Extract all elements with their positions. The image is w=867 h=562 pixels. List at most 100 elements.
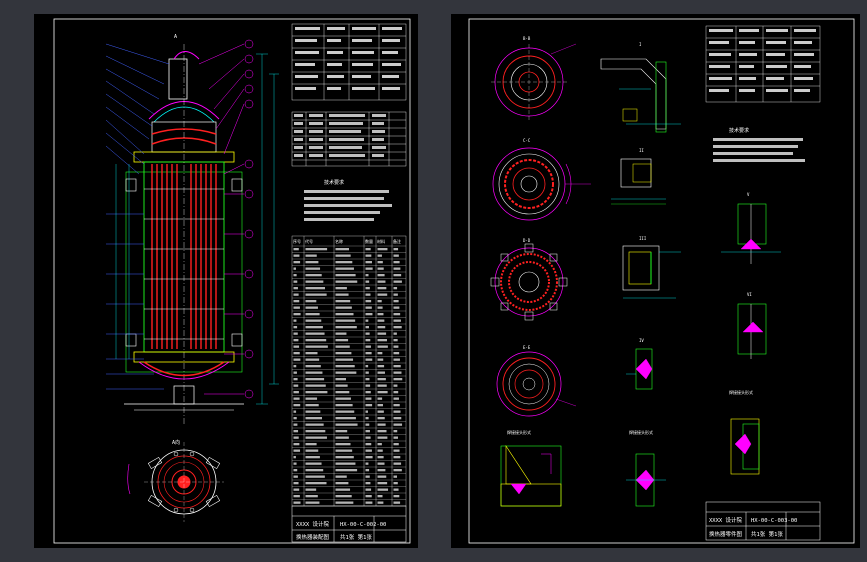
parts-cell-text — [365, 501, 373, 504]
parts-cell-text — [335, 300, 351, 303]
parts-cell-text — [293, 267, 296, 270]
parts-cell-text — [293, 430, 299, 433]
parts-cell-text — [305, 371, 323, 374]
parts-cell-text — [335, 326, 357, 329]
weld-detail-1 — [500, 444, 562, 507]
parts-cell-text — [377, 371, 385, 374]
parts-cell-text — [365, 430, 370, 433]
parts-cell-text — [393, 300, 399, 303]
parts-cell-text — [365, 449, 372, 452]
parts-header-cell: 备注 — [393, 238, 401, 244]
parts-cell-text — [293, 443, 300, 446]
parts-cell-text — [335, 261, 353, 264]
parts-header-cell: 数量 — [365, 238, 373, 244]
parts-cell-text — [305, 326, 323, 329]
parts-cell-text — [377, 326, 386, 329]
parts-cell-text — [335, 475, 347, 478]
detail-iii — [622, 245, 681, 299]
weld-title-1: 焊接接头形式 — [507, 429, 531, 435]
parts-cell-text — [293, 345, 300, 348]
section-label: A — [174, 34, 177, 40]
parts-cell-text — [365, 280, 370, 283]
view-label-c: C-C — [523, 138, 531, 143]
parts-cell-text — [293, 391, 299, 394]
parts-cell-text — [365, 365, 369, 368]
parts-cell-text — [293, 469, 298, 472]
parts-cell-text — [305, 313, 320, 316]
parts-cell-text — [335, 248, 349, 251]
parts-cell-text — [293, 287, 298, 290]
parts-cell-text — [293, 248, 299, 251]
notes-body-right — [713, 138, 805, 162]
parts-cell-text — [335, 345, 350, 348]
weld-title-2: 焊接接头形式 — [629, 429, 653, 435]
parts-cell-text — [365, 423, 370, 426]
parts-header-cell: 序号 — [293, 238, 301, 244]
view-label-d: D-D — [523, 238, 531, 243]
parts-cell-text — [305, 404, 319, 407]
parts-cell-text — [335, 332, 347, 335]
title-block-name-right: 换热器零件图 — [709, 530, 743, 538]
parts-cell-text — [393, 482, 398, 485]
parts-cell-text — [393, 267, 401, 270]
left-drawing-canvas: A A向 技术要求 序号 代号 名称 数量 材料 备注 XXXX 设计院 HX-… — [53, 18, 411, 544]
parts-cell-text — [393, 449, 400, 452]
parts-cell-text — [393, 423, 403, 426]
parts-cell-text — [305, 501, 320, 504]
detail-vi — [737, 303, 767, 359]
parts-cell-text — [365, 300, 372, 303]
parts-cell-text — [393, 280, 402, 283]
parts-cell-text — [393, 352, 400, 355]
parts-cell-text — [335, 352, 352, 355]
parts-cell-text — [365, 248, 371, 251]
parts-cell-text — [377, 339, 387, 342]
weld-detail-2 — [626, 453, 666, 507]
parts-cell-text — [365, 436, 371, 439]
parts-cell-text — [335, 384, 348, 387]
parts-cell-text — [393, 287, 398, 290]
parts-cell-text — [377, 306, 383, 309]
parts-cell-text — [293, 410, 297, 413]
parts-cell-text — [305, 287, 325, 290]
notes-title-left: 技术要求 — [324, 179, 344, 186]
parts-cell-text — [305, 306, 318, 309]
detail-label-vi: VI — [747, 292, 752, 297]
parts-cell-text — [305, 443, 317, 446]
parts-cell-text — [393, 397, 399, 400]
parts-cell-text — [335, 410, 355, 413]
parts-cell-text — [365, 326, 369, 329]
parts-cell-text — [305, 397, 318, 400]
parts-cell-text — [365, 306, 372, 309]
parts-cell-text — [393, 332, 397, 335]
parts-list-table — [291, 235, 407, 507]
parts-cell-text — [377, 287, 387, 290]
parts-header-cell: 材料 — [377, 238, 385, 244]
parts-cell-text — [393, 293, 398, 296]
parts-cell-text — [335, 417, 356, 420]
parts-cell-text — [305, 339, 327, 342]
sheet-border — [468, 18, 855, 544]
parts-cell-text — [365, 378, 370, 381]
cad-viewport[interactable]: A A向 技术要求 序号 代号 名称 数量 材料 备注 XXXX 设计院 HX-… — [0, 0, 867, 562]
parts-cell-text — [377, 436, 388, 439]
parts-cell-text — [365, 391, 371, 394]
parts-cell-text — [365, 287, 370, 290]
parts-cell-text — [365, 352, 372, 355]
parts-cell-text — [305, 475, 325, 478]
parts-cell-text — [293, 300, 300, 303]
parts-cell-text — [293, 495, 300, 498]
nozzle-table-text — [294, 114, 386, 157]
parts-cell-text — [393, 261, 400, 264]
parts-cell-text — [293, 482, 299, 485]
parts-cell-text — [393, 254, 399, 257]
parts-cell-text — [377, 501, 384, 504]
parts-cell-text — [335, 254, 351, 257]
parts-cell-text — [335, 378, 346, 381]
detail-label-ii: II — [639, 148, 644, 153]
parts-cell-text — [393, 319, 401, 322]
parts-cell-text — [305, 332, 325, 335]
parts-cell-text — [393, 313, 401, 316]
parts-cell-text — [393, 365, 401, 368]
parts-cell-text — [305, 358, 320, 361]
parts-cell-text — [305, 280, 324, 283]
